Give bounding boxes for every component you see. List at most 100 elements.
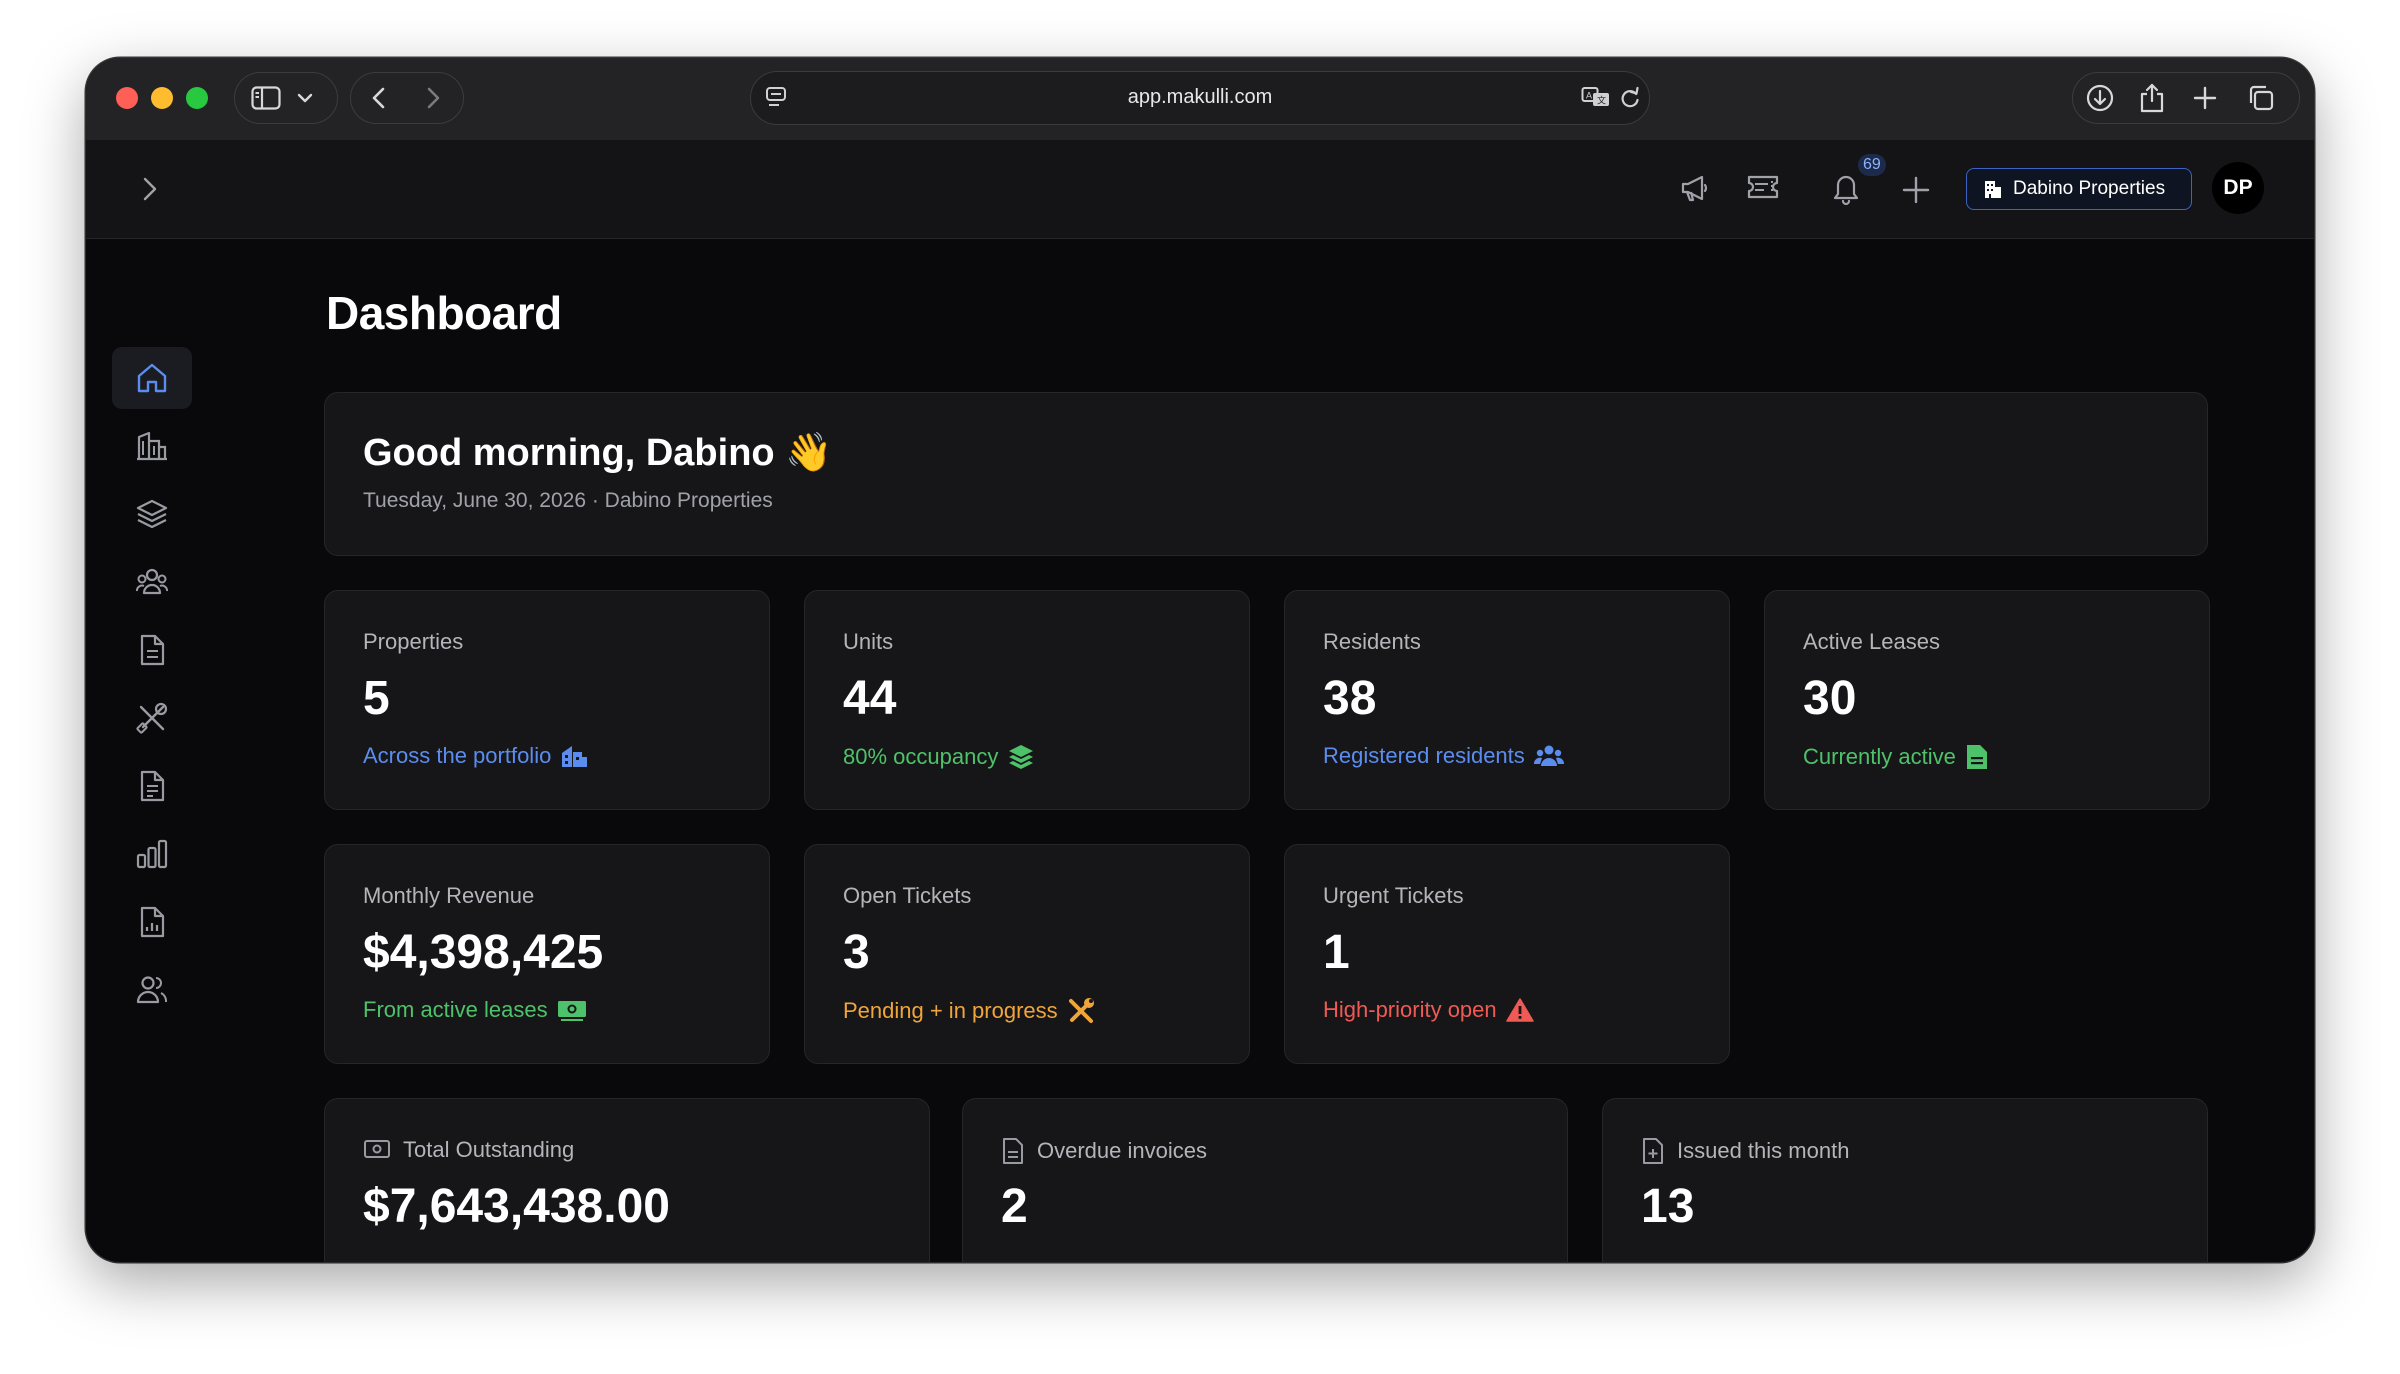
forward-icon[interactable]	[425, 86, 441, 110]
svg-text:文: 文	[1597, 95, 1606, 106]
history-nav	[350, 72, 464, 124]
bar-chart-icon	[136, 839, 168, 869]
card-value: $7,643,438.00	[363, 1180, 670, 1233]
stat-card-units[interactable]: Units 44 80% occupancy	[804, 590, 1250, 810]
browser-toolbar: app.makulli.com A 文	[86, 58, 2314, 141]
card-label-row: Overdue invoices	[1001, 1137, 1207, 1165]
stat-note: Pending + in progress	[843, 997, 1095, 1025]
stat-note: Registered residents	[1323, 743, 1564, 769]
greeting-card: Good morning, Dabino 👋 Tuesday, June 30,…	[324, 392, 2208, 556]
sidebar-item-dashboard[interactable]	[112, 347, 192, 409]
bell-icon[interactable]	[1830, 170, 1862, 206]
card-label-row: Total Outstanding	[363, 1137, 574, 1163]
organization-name: Dabino Properties	[2013, 178, 2166, 199]
stat-note-text: Registered residents	[1323, 743, 1525, 768]
address-bar[interactable]: app.makulli.com A 文	[750, 71, 1650, 125]
tools-icon	[136, 702, 168, 734]
stat-label: Urgent Tickets	[1323, 883, 1464, 908]
card-value: 2	[1001, 1180, 1028, 1233]
megaphone-icon[interactable]	[1678, 172, 1710, 204]
stat-label: Open Tickets	[843, 883, 972, 908]
stat-note: Across the portfolio	[363, 743, 588, 769]
stat-card-active-leases[interactable]: Active Leases 30 Currently active	[1764, 590, 2210, 810]
stat-value: 5	[363, 672, 390, 725]
svg-text:A: A	[1586, 91, 1592, 101]
stat-note: Currently active	[1803, 743, 1989, 771]
stat-card-monthly-revenue[interactable]: Monthly Revenue $4,398,425 From active l…	[324, 844, 770, 1064]
plus-icon[interactable]	[1902, 176, 1930, 204]
stat-note: High-priority open	[1323, 997, 1534, 1023]
stat-label: Active Leases	[1803, 629, 1940, 654]
stat-label: Residents	[1323, 629, 1421, 654]
stat-label: Units	[843, 629, 894, 654]
residents-icon	[1533, 745, 1564, 766]
sidebar-item-invoices[interactable]	[112, 755, 192, 817]
notification-badge: 69	[1858, 154, 1886, 176]
building-icon	[137, 431, 167, 461]
stat-note: From active leases	[363, 997, 587, 1023]
tools-icon	[1068, 998, 1094, 1023]
sidebar-item-units[interactable]	[112, 483, 192, 545]
sidebar-nav	[86, 239, 226, 1262]
app-header: 69 Dabino Properties DP	[86, 140, 2314, 239]
invoice-card-issued-this-month[interactable]: Issued this month 13	[1602, 1098, 2208, 1262]
sidebar-item-residents[interactable]	[112, 551, 192, 613]
minimize-window-button[interactable]	[151, 87, 173, 109]
stat-note-text: Pending + in progress	[843, 998, 1058, 1023]
stat-label: Properties	[363, 629, 464, 654]
sidebar-toggle-button[interactable]	[234, 72, 338, 124]
stat-value: $4,398,425	[363, 926, 604, 979]
ticket-icon[interactable]	[1746, 172, 1780, 202]
browser-window: app.makulli.com A 文 69 Dabino Properties…	[86, 58, 2314, 1262]
stat-card-properties[interactable]: Properties 5 Across the portfolio	[324, 590, 770, 810]
users-icon	[136, 976, 168, 1004]
stat-note-text: 80% occupancy	[843, 744, 999, 769]
new-document-icon	[1643, 1138, 1663, 1164]
residents-icon	[136, 568, 168, 595]
stat-note-text: Across the portfolio	[363, 743, 552, 768]
url-text: app.makulli.com	[1127, 86, 1273, 108]
stat-value: 38	[1323, 672, 1377, 725]
stat-label: Monthly Revenue	[363, 883, 535, 908]
stat-card-open-tickets[interactable]: Open Tickets 3 Pending + in progress	[804, 844, 1250, 1064]
stat-note-text: From active leases	[363, 997, 548, 1022]
invoice-icon	[140, 770, 165, 802]
reload-icon[interactable]	[1619, 86, 1641, 110]
sidebar-item-maintenance[interactable]	[112, 687, 192, 749]
report-icon	[140, 906, 165, 938]
layers-icon	[1009, 745, 1034, 769]
sidebar-item-users[interactable]	[112, 959, 192, 1021]
card-label-row: Issued this month	[1641, 1137, 1849, 1165]
stat-card-urgent-tickets[interactable]: Urgent Tickets 1 High-priority open	[1284, 844, 1730, 1064]
card-label: Overdue invoices	[1037, 1138, 1207, 1163]
invoice-card-overdue[interactable]: Overdue invoices 2	[962, 1098, 1568, 1262]
money-icon	[557, 1001, 586, 1021]
invoice-card-total-outstanding[interactable]: Total Outstanding $7,643,438.00	[324, 1098, 930, 1262]
maximize-window-button[interactable]	[186, 87, 208, 109]
document-icon	[1966, 745, 1987, 769]
stat-value: 1	[1323, 926, 1350, 979]
sidebar-item-analytics[interactable]	[112, 823, 192, 885]
organization-switcher-button[interactable]: Dabino Properties	[1966, 168, 2192, 210]
building-icon	[562, 746, 588, 767]
back-icon[interactable]	[371, 86, 387, 110]
expand-sidebar-icon[interactable]	[142, 176, 158, 202]
sidebar-item-leases[interactable]	[112, 619, 192, 681]
translate-icon[interactable]: A 文	[1581, 85, 1611, 109]
sidebar-item-properties[interactable]	[112, 415, 192, 477]
chevron-down-icon	[297, 93, 313, 103]
greeting-subtitle: Tuesday, June 30, 2026 · Dabino Properti…	[363, 489, 773, 512]
tab-overview-icon[interactable]	[2247, 84, 2275, 112]
new-tab-icon[interactable]	[2193, 86, 2217, 110]
cash-icon	[364, 1140, 390, 1158]
avatar[interactable]: DP	[2212, 162, 2264, 214]
card-label: Total Outstanding	[403, 1137, 575, 1162]
stat-card-residents[interactable]: Residents 38 Registered residents	[1284, 590, 1730, 810]
share-icon[interactable]	[2139, 82, 2165, 114]
stat-note: 80% occupancy	[843, 743, 1035, 771]
sidebar-item-reports[interactable]	[112, 891, 192, 953]
stat-note-text: Currently active	[1803, 744, 1956, 769]
browser-actions	[2072, 72, 2300, 124]
download-icon[interactable]	[2085, 83, 2115, 113]
close-window-button[interactable]	[116, 87, 138, 109]
